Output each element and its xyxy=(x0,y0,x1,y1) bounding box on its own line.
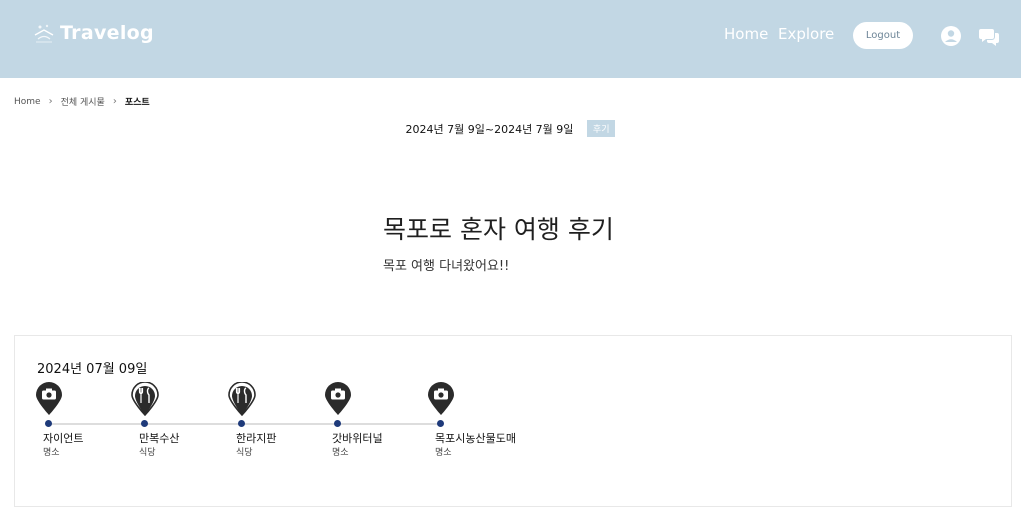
itinerary-card: 2024년 07월 09일 자이언트 명소 만복수산 식당 한라지판 식당 갓바… xyxy=(14,335,1012,507)
utensils-pin-icon xyxy=(228,382,256,416)
stop-name: 한라지판 xyxy=(236,432,277,445)
timeline-dot xyxy=(334,420,341,427)
stop-category: 명소 xyxy=(435,448,452,458)
stop-name: 목포시농산물도매 xyxy=(435,432,516,445)
stop-category: 식당 xyxy=(139,448,156,458)
breadcrumb: Home › 전체 게시물 › 포스트 xyxy=(14,95,150,108)
chat-icon[interactable] xyxy=(979,25,1001,47)
stop-category: 명소 xyxy=(332,448,349,458)
stop-name: 자이언트 xyxy=(43,432,84,445)
camera-pin-icon xyxy=(428,382,454,415)
timeline-line xyxy=(49,423,441,425)
timeline-dot xyxy=(437,420,444,427)
post-title: 목포로 혼자 여행 후기 xyxy=(383,215,614,244)
chevron-right-icon: › xyxy=(48,96,53,107)
breadcrumb-home-link[interactable]: Home xyxy=(14,97,41,107)
itinerary-day-label: 2024년 07월 09일 xyxy=(37,362,148,377)
camera-pin-icon xyxy=(325,382,351,415)
post-subtitle: 목포 여행 다녀왔어요!! xyxy=(383,259,510,274)
stop-category: 명소 xyxy=(43,448,60,458)
nav-explore-link[interactable]: Explore xyxy=(778,25,834,43)
user-icon[interactable] xyxy=(940,25,962,47)
nav-home-link[interactable]: Home xyxy=(724,25,768,43)
top-navigation-bar: Travelog Home Explore Logout xyxy=(0,0,1021,78)
brand-name: Travelog xyxy=(60,22,154,44)
stop-name: 갓바위터널 xyxy=(332,432,383,445)
post-tag-badge: 후기 xyxy=(586,120,616,137)
breadcrumb-current: 포스트 xyxy=(124,98,150,108)
travelog-logo[interactable]: Travelog xyxy=(32,21,154,45)
stop-category: 식당 xyxy=(236,448,253,458)
logout-button[interactable]: Logout xyxy=(853,22,913,49)
camera-pin-icon xyxy=(36,382,62,415)
timeline-dot xyxy=(238,420,245,427)
timeline-dot xyxy=(141,420,148,427)
chevron-right-icon: › xyxy=(112,96,117,107)
breadcrumb-all-posts-link[interactable]: 전체 게시물 xyxy=(61,95,105,108)
timeline-dot xyxy=(45,420,52,427)
travel-logo-icon xyxy=(34,24,54,43)
utensils-pin-icon xyxy=(131,382,159,416)
stop-name: 만복수산 xyxy=(139,432,180,445)
post-date-row: 2024년 7월 9일~2024년 7월 9일 후기 xyxy=(0,120,1021,137)
post-date-range: 2024년 7월 9일~2024년 7월 9일 xyxy=(405,122,574,136)
